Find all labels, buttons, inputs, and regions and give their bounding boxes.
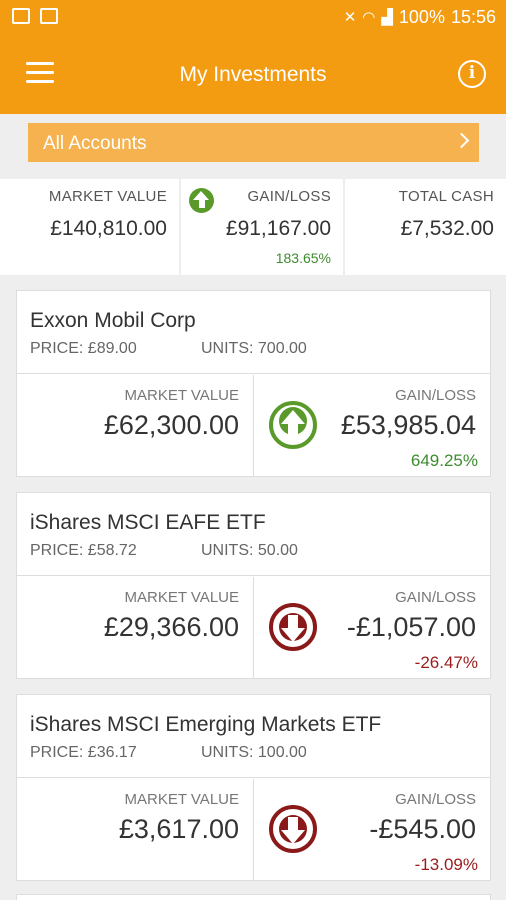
- image-icon: [12, 8, 30, 24]
- status-bar-left: [12, 8, 58, 24]
- holding-name: iShares MSCI EAFE ETF: [30, 511, 266, 534]
- loss-down-arrow-icon: [269, 805, 317, 853]
- summary-market-value-amount: £140,810.00: [50, 217, 167, 240]
- summary-market-value-label: MARKET VALUE: [48, 188, 167, 205]
- page-title: My Investments: [179, 63, 327, 86]
- summary-gain-loss-amount: £91,167.00: [225, 217, 331, 240]
- info-icon[interactable]: i: [458, 60, 486, 88]
- holding-price: PRICE: £89.00: [30, 340, 137, 357]
- app-bar: My Investments i: [0, 36, 506, 114]
- portfolio-summary: MARKET VALUE £140,810.00 GAIN/LOSS £91,1…: [0, 179, 506, 275]
- holding-card[interactable]: Exxon Mobil Corp PRICE: £89.00 UNITS: 70…: [16, 290, 491, 477]
- holding-gain-loss: GAIN/LOSS -£545.00 -13.09%: [255, 779, 490, 880]
- holding-market-value-label: MARKET VALUE: [124, 791, 239, 808]
- holding-gain-loss-label: GAIN/LOSS: [395, 387, 476, 404]
- holding-market-value-label: MARKET VALUE: [124, 387, 239, 404]
- holding-card-partial[interactable]: [16, 894, 491, 900]
- holding-units: UNITS: 700.00: [201, 340, 307, 357]
- holding-gain-loss-amount: -£545.00: [369, 814, 476, 844]
- holding-market-value: MARKET VALUE £3,617.00: [17, 779, 254, 880]
- holding-price: PRICE: £58.72: [30, 542, 137, 559]
- holding-gain-loss-percent: 649.25%: [410, 451, 478, 470]
- holding-gain-loss-percent: -26.47%: [414, 653, 478, 672]
- gain-up-arrow-icon: [189, 188, 214, 213]
- holding-card[interactable]: iShares MSCI EAFE ETF PRICE: £58.72 UNIT…: [16, 492, 491, 679]
- status-bar-right: ✕ ◠ ▟ 100% 15:56: [344, 7, 496, 28]
- chevron-right-icon: [453, 132, 470, 149]
- holding-gain-loss: GAIN/LOSS £53,985.04 649.25%: [255, 375, 490, 476]
- holding-market-value: MARKET VALUE £62,300.00: [17, 375, 254, 476]
- holding-units: UNITS: 50.00: [201, 542, 298, 559]
- summary-gain-loss: GAIN/LOSS £91,167.00 183.65%: [181, 179, 343, 275]
- summary-total-cash-amount: £7,532.00: [400, 217, 494, 240]
- holding-name: Exxon Mobil Corp: [30, 309, 196, 332]
- mute-icon: ✕: [343, 8, 357, 26]
- signal-icon: ▟: [381, 8, 393, 26]
- holding-gain-loss-percent: -13.09%: [414, 855, 478, 874]
- wifi-icon: ◠: [362, 8, 376, 26]
- holding-header: Exxon Mobil Corp PRICE: £89.00 UNITS: 70…: [17, 291, 490, 374]
- notification-image-icon: [40, 8, 58, 24]
- holding-header: iShares MSCI Emerging Markets ETF PRICE:…: [17, 695, 490, 778]
- holding-gain-loss-label: GAIN/LOSS: [395, 791, 476, 808]
- summary-total-cash-label: TOTAL CASH: [398, 188, 494, 205]
- holding-header: iShares MSCI EAFE ETF PRICE: £58.72 UNIT…: [17, 493, 490, 576]
- holding-gain-loss-amount: -£1,057.00: [346, 612, 476, 642]
- holding-gain-loss-amount: £53,985.04: [340, 410, 476, 440]
- holding-gain-loss: GAIN/LOSS -£1,057.00 -26.47%: [255, 577, 490, 678]
- holding-market-value-amount: £3,617.00: [118, 814, 239, 844]
- summary-market-value: MARKET VALUE £140,810.00: [0, 179, 179, 275]
- holding-market-value: MARKET VALUE £29,366.00: [17, 577, 254, 678]
- holding-market-value-amount: £62,300.00: [103, 410, 239, 440]
- holding-market-value-label: MARKET VALUE: [124, 589, 239, 606]
- all-accounts-selector[interactable]: All Accounts: [28, 123, 479, 162]
- clock: 15:56: [450, 7, 496, 27]
- holding-card[interactable]: iShares MSCI Emerging Markets ETF PRICE:…: [16, 694, 491, 881]
- battery-level: 100%: [398, 7, 445, 27]
- summary-gain-loss-label: GAIN/LOSS: [247, 188, 331, 205]
- holding-price: PRICE: £36.17: [30, 744, 137, 761]
- summary-total-cash: TOTAL CASH £7,532.00: [345, 179, 506, 275]
- holding-gain-loss-label: GAIN/LOSS: [395, 589, 476, 606]
- summary-gain-loss-percent: 183.65%: [275, 250, 331, 266]
- gain-up-arrow-icon: [269, 401, 317, 449]
- holding-market-value-amount: £29,366.00: [103, 612, 239, 642]
- accounts-selector-label: All Accounts: [43, 133, 147, 154]
- status-bar: ✕ ◠ ▟ 100% 15:56: [0, 0, 506, 36]
- holding-name: iShares MSCI Emerging Markets ETF: [30, 713, 382, 736]
- holding-units: UNITS: 100.00: [201, 744, 307, 761]
- loss-down-arrow-icon: [269, 603, 317, 651]
